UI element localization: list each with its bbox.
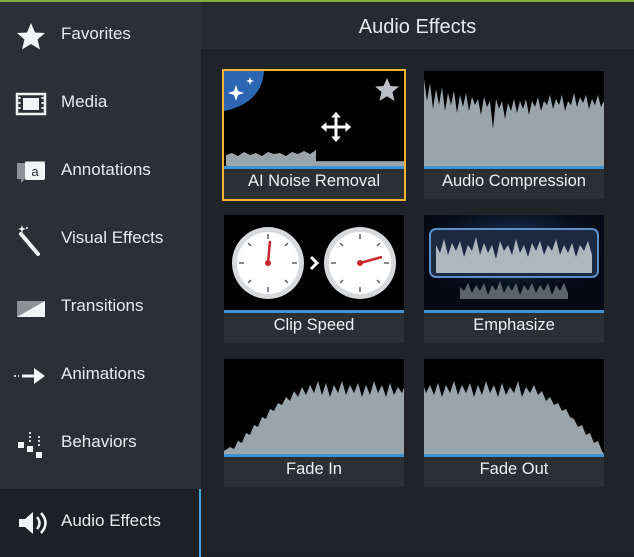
effect-thumbnail xyxy=(224,359,404,454)
sidebar-item-label: Animations xyxy=(61,364,146,383)
move-cursor-icon xyxy=(319,110,353,144)
effect-tile-fade-in[interactable]: Fade In xyxy=(224,359,404,487)
sidebar-item-label: Visual Effects xyxy=(61,228,164,247)
effect-tile-emphasize[interactable]: Emphasize xyxy=(424,215,604,343)
star-icon xyxy=(17,23,45,50)
tile-label: AI Noise Removal xyxy=(247,172,381,190)
audio-effects-panel: Audio Effects AI Noise Removal Audio Com… xyxy=(201,2,634,555)
sidebar-item-favorites[interactable]: Favorites xyxy=(0,2,201,70)
effect-thumbnail xyxy=(224,71,404,166)
tile-accent-line xyxy=(424,166,604,169)
tile-accent-line xyxy=(224,310,404,313)
tile-accent-line xyxy=(224,166,404,169)
sidebar-item-audio-effects[interactable]: Audio Effects xyxy=(0,489,201,557)
sidebar-item-behaviors[interactable]: Behaviors xyxy=(0,410,201,478)
sidebar-item-label: Media xyxy=(61,92,108,111)
tile-accent-line xyxy=(424,454,604,457)
sidebar-item-label: Favorites xyxy=(61,24,131,43)
effect-tile-ai-noise-removal[interactable]: AI Noise Removal xyxy=(222,69,406,201)
sidebar-item-transitions[interactable]: Transitions xyxy=(0,274,201,342)
speaker-icon xyxy=(19,512,47,534)
effect-tile-fade-out[interactable]: Fade Out xyxy=(424,359,604,487)
panel-header: Audio Effects xyxy=(201,2,634,51)
stopwatch-icon xyxy=(324,227,396,299)
effect-thumbnail xyxy=(424,359,604,454)
sidebar-item-label: Transitions xyxy=(61,296,144,315)
panel-title: Audio Effects xyxy=(358,16,477,38)
sidebar-item-label: Audio Effects xyxy=(61,511,161,530)
effect-tile-audio-compression[interactable]: Audio Compression xyxy=(424,71,604,199)
sidebar-item-annotations[interactable]: a Annotations xyxy=(0,138,201,206)
favorite-star-icon[interactable] xyxy=(374,77,400,103)
magic-wand-icon xyxy=(18,225,40,256)
arrow-motion-icon xyxy=(14,368,45,384)
svg-text:a: a xyxy=(31,164,39,179)
tile-label: Emphasize xyxy=(473,316,555,334)
tile-label: Fade Out xyxy=(479,460,549,478)
tile-label: Clip Speed xyxy=(273,316,355,334)
callout-icon: a xyxy=(17,161,45,183)
sidebar-item-label: Annotations xyxy=(61,160,151,179)
tile-label: Fade In xyxy=(286,460,342,478)
effect-thumbnail xyxy=(224,215,404,310)
tile-label: Audio Compression xyxy=(442,172,586,190)
transition-icon xyxy=(17,301,45,317)
sidebar-item-animations[interactable]: Animations xyxy=(0,342,201,410)
sidebar: Favorites Media a Annotations Visual Eff… xyxy=(0,2,201,557)
film-icon xyxy=(15,92,47,116)
tile-accent-line xyxy=(424,310,604,313)
stopwatch-icon xyxy=(232,227,304,299)
effect-thumbnail xyxy=(424,215,604,310)
sidebar-item-media[interactable]: Media xyxy=(0,70,201,138)
effect-thumbnail xyxy=(424,71,604,166)
behaviors-icon xyxy=(18,432,42,458)
tile-accent-line xyxy=(224,454,404,457)
sidebar-item-label: Behaviors xyxy=(61,432,137,451)
sidebar-item-visual-effects[interactable]: Visual Effects xyxy=(0,206,201,274)
effect-tile-clip-speed[interactable]: Clip Speed xyxy=(224,215,404,343)
